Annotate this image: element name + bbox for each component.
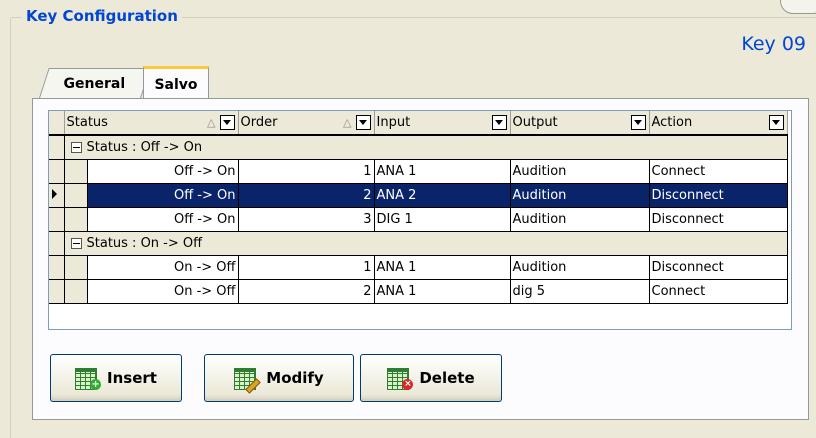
table-row[interactable]: On -> Off 2 ANA 1 dig 5 Connect — [49, 279, 788, 304]
cell-status[interactable]: On -> Off — [87, 255, 239, 280]
cell-input[interactable]: ANA 1 — [374, 255, 511, 280]
current-row-indicator-icon — [52, 189, 57, 199]
collapse-icon[interactable] — [70, 142, 82, 153]
groupbox-title: Key Configuration — [22, 7, 182, 25]
cell-order[interactable]: 1 — [238, 159, 375, 184]
cell-input[interactable]: ANA 1 — [374, 159, 511, 184]
header-corner — [49, 111, 65, 136]
cell-action[interactable]: Disconnect — [649, 255, 788, 280]
cell-order[interactable]: 3 — [238, 207, 375, 232]
table-delete-icon: × — [387, 366, 414, 390]
table-add-icon: + — [75, 366, 102, 390]
cell-output[interactable]: dig 5 — [510, 279, 650, 304]
filter-dropdown-icon[interactable] — [630, 115, 646, 130]
sort-icon[interactable]: △ — [207, 116, 215, 129]
table-row[interactable]: Off -> On 1 ANA 1 Audition Connect — [49, 159, 788, 184]
filter-dropdown-icon[interactable] — [219, 115, 235, 130]
column-header-input[interactable]: Input — [374, 111, 511, 136]
key-title: Key 09 — [741, 33, 806, 55]
cell-input[interactable]: DIG 1 — [374, 207, 511, 232]
modify-button[interactable]: Modify — [204, 354, 354, 402]
filter-dropdown-icon[interactable] — [355, 115, 371, 130]
salvo-grid[interactable]: Status △ Order △ Input Output Action Sta… — [48, 110, 792, 330]
cell-output[interactable]: Audition — [510, 183, 650, 208]
cell-order[interactable]: 2 — [238, 183, 375, 208]
group-label: Status : Off -> On — [86, 140, 203, 155]
table-row[interactable]: On -> Off 1 ANA 1 Audition Disconnect — [49, 255, 788, 280]
table-row-selected[interactable]: Off -> On 2 ANA 2 Audition Disconnect — [49, 183, 788, 208]
cell-output[interactable]: Audition — [510, 207, 650, 232]
column-header-output[interactable]: Output — [510, 111, 650, 136]
cell-action[interactable]: Connect — [649, 159, 788, 184]
cell-order[interactable]: 2 — [238, 279, 375, 304]
cell-action[interactable]: Disconnect — [649, 183, 788, 208]
group-label: Status : On -> Off — [86, 236, 203, 251]
delete-button[interactable]: × Delete — [360, 354, 502, 402]
filter-dropdown-icon[interactable] — [768, 115, 784, 130]
sort-icon[interactable]: △ — [343, 116, 351, 129]
window-corner-decoration — [780, 0, 816, 14]
grid-header-row: Status △ Order △ Input Output Action — [49, 111, 788, 136]
cell-action[interactable]: Disconnect — [649, 207, 788, 232]
collapse-icon[interactable] — [70, 238, 82, 249]
tab-salvo[interactable]: Salvo — [143, 66, 209, 101]
table-row[interactable]: Off -> On 3 DIG 1 Audition Disconnect — [49, 207, 788, 232]
table-edit-icon — [234, 366, 262, 394]
cell-order[interactable]: 1 — [238, 255, 375, 280]
cell-input[interactable]: ANA 1 — [374, 279, 511, 304]
cell-status[interactable]: Off -> On — [87, 207, 239, 232]
cell-output[interactable]: Audition — [510, 255, 650, 280]
cell-status[interactable]: Off -> On — [87, 183, 239, 208]
group-row[interactable]: Status : Off -> On — [49, 135, 788, 160]
column-header-order[interactable]: Order △ — [238, 111, 375, 136]
cell-status[interactable]: Off -> On — [87, 159, 239, 184]
tab-general[interactable]: General — [39, 68, 151, 98]
group-row[interactable]: Status : On -> Off — [49, 231, 788, 256]
insert-button[interactable]: + Insert — [50, 354, 182, 402]
column-header-action[interactable]: Action — [649, 111, 788, 136]
cell-status[interactable]: On -> Off — [87, 279, 239, 304]
cell-output[interactable]: Audition — [510, 159, 650, 184]
filter-dropdown-icon[interactable] — [491, 115, 507, 130]
column-header-status[interactable]: Status △ — [64, 111, 239, 136]
cell-input[interactable]: ANA 2 — [374, 183, 511, 208]
cell-action[interactable]: Connect — [649, 279, 788, 304]
